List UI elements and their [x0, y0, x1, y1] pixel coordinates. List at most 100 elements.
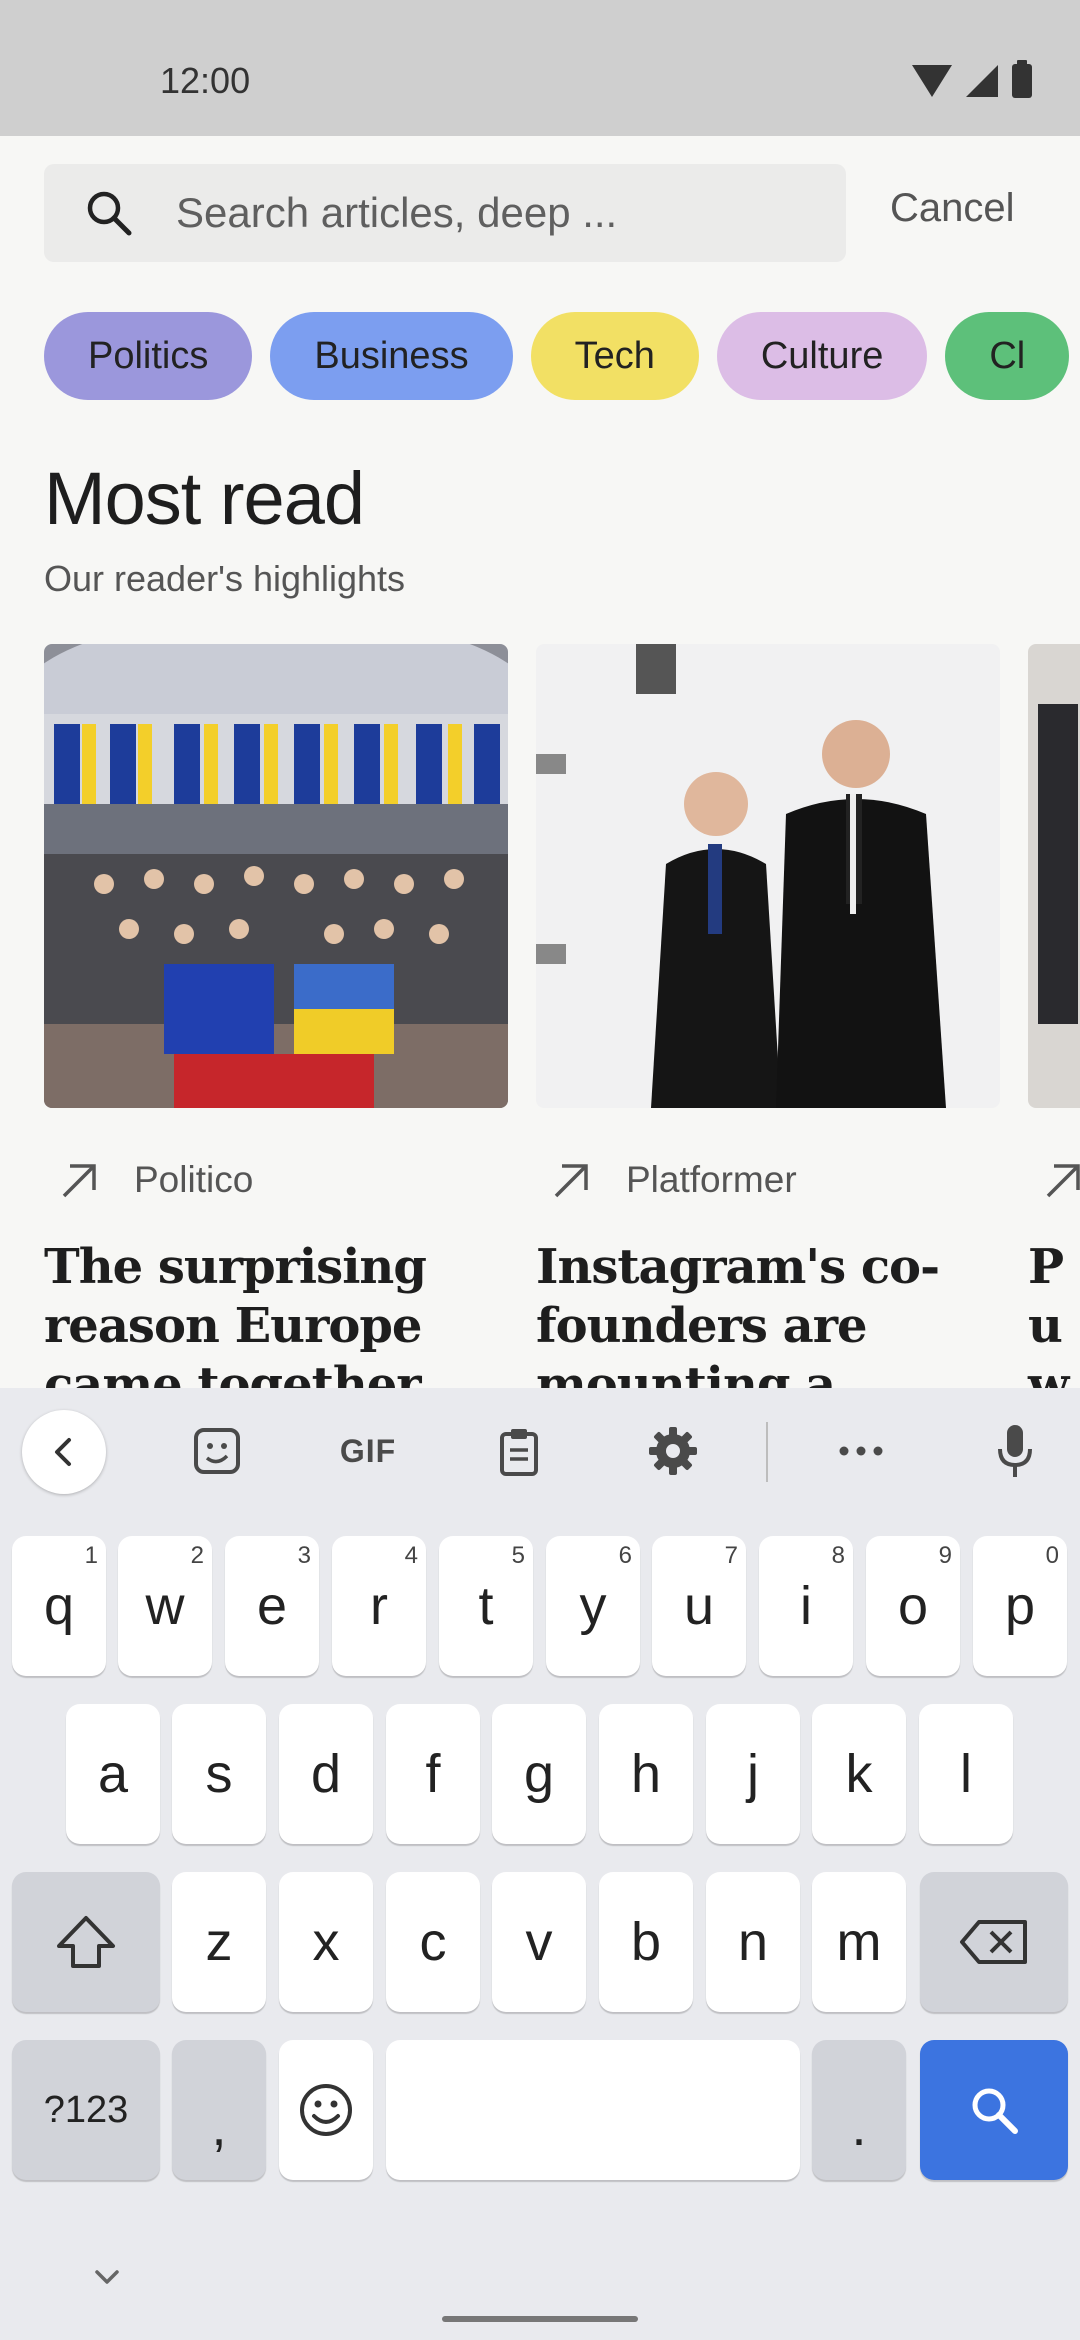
- wifi-icon: [912, 65, 952, 97]
- chip-tech[interactable]: Tech: [530, 312, 699, 400]
- key-hint: 4: [404, 1542, 418, 1569]
- sticker-icon: [194, 1428, 240, 1474]
- chip-business[interactable]: Business: [270, 312, 513, 400]
- shift-arrow-icon: [57, 1916, 115, 1968]
- key-b[interactable]: b: [599, 1872, 693, 2012]
- key-q[interactable]: q1: [12, 1536, 106, 1676]
- period-key[interactable]: .: [812, 2040, 906, 2180]
- keyboard-back-button[interactable]: [22, 1410, 106, 1494]
- symbols-key[interactable]: ?123: [12, 2040, 160, 2180]
- article-source: Politico: [44, 1150, 508, 1210]
- article-headline[interactable]: Pu we Go: [1028, 1238, 1080, 1390]
- article-headline[interactable]: Instagram's co-founders are mounting a: [536, 1238, 1000, 1390]
- key-hint: 8: [831, 1542, 845, 1569]
- emoji-key[interactable]: [279, 2040, 373, 2180]
- comma-key[interactable]: ,: [172, 2040, 266, 2180]
- battery-icon: [1012, 60, 1032, 98]
- source-name: Politico: [134, 1159, 254, 1200]
- key-w[interactable]: w2: [118, 1536, 212, 1676]
- key-y[interactable]: y6: [546, 1536, 640, 1676]
- key-m[interactable]: m: [812, 1872, 906, 2012]
- key-hint: 1: [84, 1542, 98, 1569]
- article-card[interactable]: Politico The surprising reason Europe ca…: [44, 644, 508, 1390]
- key-g[interactable]: g: [492, 1704, 586, 1844]
- key-r[interactable]: r4: [332, 1536, 426, 1676]
- sticker-button[interactable]: [184, 1418, 250, 1484]
- article-headline[interactable]: The surprising reason Europe came togeth…: [44, 1238, 508, 1390]
- key-k[interactable]: k: [812, 1704, 906, 1844]
- section-subtitle: Our reader's highlights: [44, 558, 406, 599]
- key-a[interactable]: a: [66, 1704, 160, 1844]
- key-o[interactable]: o9: [866, 1536, 960, 1676]
- more-button[interactable]: [828, 1418, 894, 1484]
- cancel-button[interactable]: Cancel: [890, 186, 1015, 231]
- emoji-icon: [300, 2084, 352, 2136]
- category-chips: Politics Business Tech Culture Cl: [44, 312, 1080, 400]
- key-f[interactable]: f: [386, 1704, 480, 1844]
- chip-cl[interactable]: Cl: [945, 312, 1070, 400]
- key-t[interactable]: t5: [439, 1536, 533, 1676]
- key-label: w: [145, 1576, 185, 1636]
- key-z[interactable]: z: [172, 1872, 266, 2012]
- chip-politics[interactable]: Politics: [44, 312, 253, 400]
- key-x[interactable]: x: [279, 1872, 373, 2012]
- search-box[interactable]: [44, 164, 846, 262]
- key-hint: 5: [511, 1542, 525, 1569]
- search-icon: [87, 191, 132, 236]
- chevron-left-icon: [55, 1438, 71, 1466]
- backspace-icon: [960, 1920, 1027, 1964]
- key-hint: 6: [618, 1542, 632, 1569]
- backspace-key[interactable]: [920, 1872, 1068, 2012]
- keyboard-toolbar: GIF: [0, 1388, 1080, 1512]
- key-e[interactable]: e3: [225, 1536, 319, 1676]
- key-u[interactable]: u7: [652, 1536, 746, 1676]
- key-label: y: [579, 1576, 607, 1636]
- gif-button[interactable]: GIF: [334, 1418, 402, 1484]
- more-horizontal-icon: [839, 1446, 883, 1456]
- key-n[interactable]: n: [706, 1872, 800, 2012]
- external-arrow-icon: [1046, 1164, 1080, 1198]
- toolbar-divider: [766, 1422, 768, 1482]
- shift-key[interactable]: [12, 1872, 160, 2012]
- key-label: e: [256, 1576, 288, 1636]
- key-label: i: [800, 1576, 812, 1636]
- gif-label: GIF: [339, 1432, 397, 1469]
- status-icons: [912, 60, 1032, 98]
- key-label: t: [478, 1576, 494, 1636]
- chevron-down-icon[interactable]: [92, 2262, 122, 2292]
- article-card[interactable]: Pu we Go: [1028, 644, 1080, 1390]
- key-hint: 7: [724, 1542, 738, 1569]
- key-d[interactable]: d: [279, 1704, 373, 1844]
- article-source: Platformer: [536, 1150, 1000, 1210]
- key-j[interactable]: j: [706, 1704, 800, 1844]
- key-v[interactable]: v: [492, 1872, 586, 2012]
- navigation-handle[interactable]: [442, 2316, 638, 2322]
- key-h[interactable]: h: [599, 1704, 693, 1844]
- symbols-label: ?123: [43, 2088, 129, 2131]
- article-image: [44, 644, 508, 1108]
- article-card[interactable]: Platformer Instagram's co-founders are m…: [536, 644, 1000, 1390]
- key-label: q: [43, 1576, 75, 1636]
- external-arrow-icon: [62, 1164, 96, 1198]
- key-l[interactable]: l: [919, 1704, 1013, 1844]
- article-source: [1028, 1150, 1080, 1210]
- article-carousel: Politico The surprising reason Europe ca…: [44, 644, 1080, 1390]
- key-hint: 2: [190, 1542, 204, 1569]
- clipboard-icon: [500, 1429, 538, 1476]
- status-time: 12:00: [160, 60, 251, 101]
- key-s[interactable]: s: [172, 1704, 266, 1844]
- key-hint: 0: [1045, 1542, 1059, 1569]
- gear-icon: [649, 1427, 697, 1475]
- clipboard-button[interactable]: [486, 1418, 552, 1484]
- search-action-key[interactable]: [920, 2040, 1068, 2180]
- chip-culture[interactable]: Culture: [716, 312, 928, 400]
- key-label: r: [370, 1576, 388, 1636]
- key-c[interactable]: c: [386, 1872, 480, 2012]
- space-key[interactable]: [386, 2040, 800, 2180]
- key-i[interactable]: i8: [759, 1536, 853, 1676]
- article-image: [1028, 644, 1080, 1108]
- key-p[interactable]: p0: [973, 1536, 1067, 1676]
- settings-button[interactable]: [640, 1418, 706, 1484]
- microphone-button[interactable]: [982, 1418, 1048, 1484]
- search-input[interactable]: [176, 164, 816, 262]
